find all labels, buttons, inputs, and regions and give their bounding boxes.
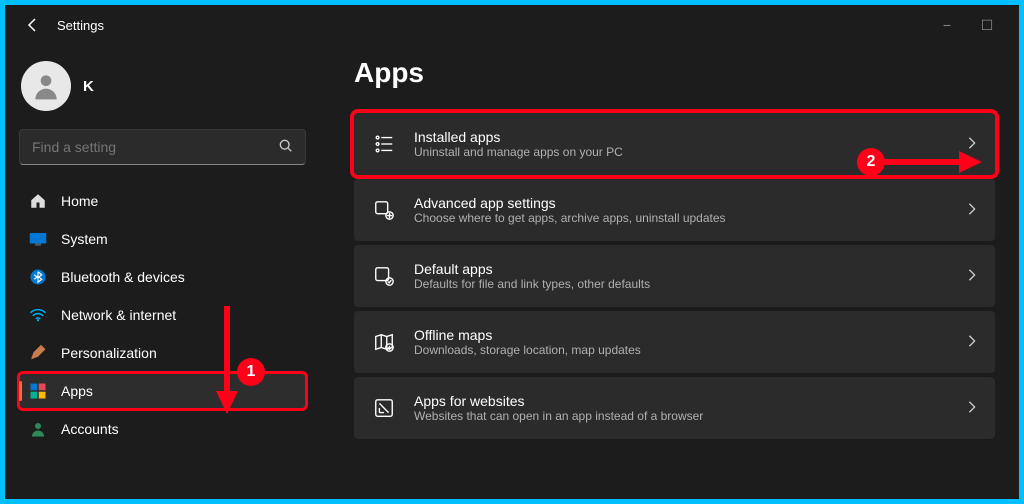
accounts-icon xyxy=(29,420,47,438)
chevron-right-icon xyxy=(967,202,977,219)
card-title: Apps for websites xyxy=(414,393,949,409)
card-subtitle: Choose where to get apps, archive apps, … xyxy=(414,211,949,225)
chevron-right-icon xyxy=(967,268,977,285)
home-icon xyxy=(29,192,47,210)
window-title: Settings xyxy=(57,18,104,33)
card-title: Default apps xyxy=(414,261,949,277)
card-subtitle: Websites that can open in an app instead… xyxy=(414,409,949,423)
card-title: Advanced app settings xyxy=(414,195,949,211)
main-panel: Apps Installed apps Uninstall and manage… xyxy=(320,45,1019,499)
default-apps-icon xyxy=(372,264,396,288)
search-input[interactable] xyxy=(32,139,271,155)
page-title: Apps xyxy=(354,57,995,89)
profile-name: K xyxy=(83,78,304,95)
card-subtitle: Defaults for file and link types, other … xyxy=(414,277,949,291)
avatar xyxy=(21,61,71,111)
card-offline-maps[interactable]: Offline maps Downloads, storage location… xyxy=(354,311,995,373)
profile-section[interactable]: K xyxy=(19,55,306,129)
apps-for-websites-icon xyxy=(372,396,396,420)
sidebar-item-label: Network & internet xyxy=(61,307,176,323)
annotation-badge-2: 2 xyxy=(857,148,885,176)
minimize-button[interactable]: − xyxy=(937,15,957,35)
annotation-arrow-2 xyxy=(884,147,984,177)
sidebar-item-label: Home xyxy=(61,193,98,209)
chevron-right-icon xyxy=(967,400,977,417)
apps-icon xyxy=(29,382,47,400)
back-button[interactable] xyxy=(17,9,49,41)
sidebar-item-network[interactable]: Network & internet xyxy=(19,297,306,333)
installed-apps-icon xyxy=(372,132,396,156)
personalization-icon xyxy=(29,344,47,362)
card-default-apps[interactable]: Default apps Defaults for file and link … xyxy=(354,245,995,307)
settings-window: Settings − ☐ K Home xyxy=(5,5,1019,499)
sidebar-item-bluetooth[interactable]: Bluetooth & devices xyxy=(19,259,306,295)
card-advanced-settings[interactable]: Advanced app settings Choose where to ge… xyxy=(354,179,995,241)
card-title: Offline maps xyxy=(414,327,949,343)
sidebar-item-label: Apps xyxy=(61,383,93,399)
system-icon xyxy=(29,230,47,248)
nav-list: Home System Bluetooth & devices Network … xyxy=(19,183,306,447)
search-box[interactable] xyxy=(19,129,306,165)
card-title: Installed apps xyxy=(414,129,949,145)
annotation-badge-1: 1 xyxy=(237,358,265,386)
wifi-icon xyxy=(29,306,47,324)
sidebar: K Home System Bluetooth xyxy=(5,45,320,499)
chevron-right-icon xyxy=(967,334,977,351)
card-apps-for-websites[interactable]: Apps for websites Websites that can open… xyxy=(354,377,995,439)
sidebar-item-label: Personalization xyxy=(61,345,157,361)
sidebar-item-accounts[interactable]: Accounts xyxy=(19,411,306,447)
sidebar-item-label: System xyxy=(61,231,108,247)
card-subtitle: Downloads, storage location, map updates xyxy=(414,343,949,357)
offline-maps-icon xyxy=(372,330,396,354)
maximize-button[interactable]: ☐ xyxy=(977,15,997,35)
annotation-arrow-1 xyxy=(212,306,242,416)
titlebar: Settings − ☐ xyxy=(5,5,1019,45)
sidebar-item-home[interactable]: Home xyxy=(19,183,306,219)
search-icon xyxy=(279,139,293,156)
sidebar-item-label: Accounts xyxy=(61,421,119,437)
sidebar-item-label: Bluetooth & devices xyxy=(61,269,185,285)
sidebar-item-system[interactable]: System xyxy=(19,221,306,257)
bluetooth-icon xyxy=(29,268,47,286)
advanced-settings-icon xyxy=(372,198,396,222)
